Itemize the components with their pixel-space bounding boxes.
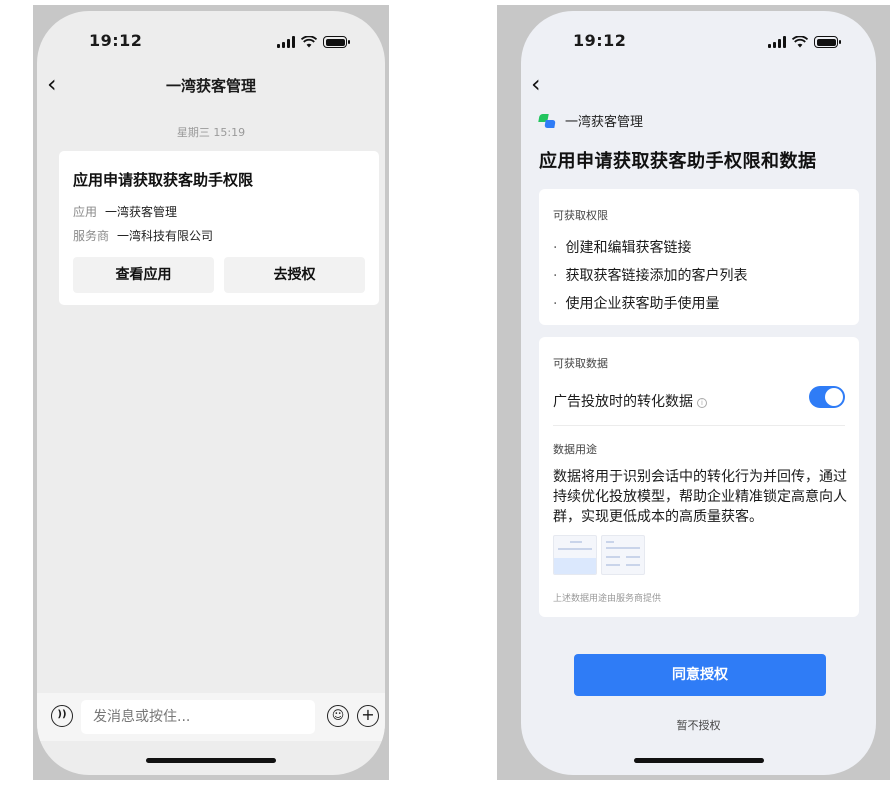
authorization-message-card: 应用申请获取获客助手权限 应用 一湾获客管理 服务商 一湾科技有限公司 查看应用 去… <box>59 151 379 305</box>
data-heading: 可获取数据 <box>553 357 608 370</box>
page-title: 一湾获客管理 <box>165 77 256 95</box>
status-icons <box>277 36 350 48</box>
app-label: 应用 <box>73 205 98 219</box>
app-identity: 一湾获客管理 <box>538 111 644 130</box>
canvas: 19:12 ‹ 一湾获客管理 星期三 15:19 应用申请获取获客助手权限 应用… <box>0 0 890 799</box>
chat-screen: 19:12 ‹ 一湾获客管理 星期三 15:19 应用申请获取获客助手权限 应用… <box>37 11 385 775</box>
plus-icon[interactable]: + <box>357 705 379 727</box>
usage-description: 数据将用于识别会话中的转化行为并回传，通过持续优化投放模型，帮助企业精准锁定高意… <box>553 469 847 525</box>
data-toggle[interactable] <box>809 386 845 408</box>
usage-heading: 数据用途 <box>553 443 597 456</box>
status-bar: 19:12 <box>521 31 876 55</box>
app-row: 应用 一湾获客管理 <box>73 203 177 220</box>
signal-icon <box>277 36 295 48</box>
input-bar: )) 发消息或按住... ☺ + <box>37 693 385 741</box>
permissions-heading: 可获取权限 <box>553 209 608 222</box>
message-input[interactable]: 发消息或按住... <box>81 700 315 734</box>
page-title: 应用申请获取获客助手权限和数据 <box>539 151 817 172</box>
data-item-row: 广告投放时的转化数据 i <box>553 391 707 411</box>
battery-icon <box>323 36 350 48</box>
phone-authorization: 19:12 ‹ 一湾获客管理 应用申请获取获客助手权限和数据 可获取权限 创建和… <box>497 5 890 780</box>
status-bar: 19:12 <box>37 31 385 55</box>
wifi-icon <box>301 36 317 48</box>
battery-icon <box>814 36 841 48</box>
authorization-screen: 19:12 ‹ 一湾获客管理 应用申请获取获客助手权限和数据 可获取权限 创建和… <box>521 11 876 775</box>
app-value: 一湾获客管理 <box>105 205 178 219</box>
authorize-button[interactable]: 去授权 <box>224 257 365 293</box>
home-indicator <box>633 758 764 763</box>
data-item-label: 广告投放时的转化数据 <box>553 394 693 410</box>
data-card: 可获取数据 广告投放时的转化数据 i 数据用途 数据将用于识别会话中的转化行为并回… <box>539 337 859 617</box>
divider <box>553 425 845 426</box>
provider-value: 一湾科技有限公司 <box>117 229 214 243</box>
app-logo-icon <box>538 113 556 129</box>
wifi-icon <box>792 36 808 48</box>
usage-thumbnails <box>553 535 645 575</box>
home-indicator <box>146 758 276 763</box>
provider-row: 服务商 一湾科技有限公司 <box>73 227 213 244</box>
permissions-card: 可获取权限 创建和编辑获客链接 获取获客链接添加的客户列表 使用企业获客助手使用… <box>539 189 859 325</box>
permission-item: 使用企业获客助手使用量 <box>553 293 719 313</box>
permission-item: 获取获客链接添加的客户列表 <box>553 265 747 285</box>
permission-item: 创建和编辑获客链接 <box>553 237 691 257</box>
nav-bar: ‹ <box>521 71 876 101</box>
signal-icon <box>768 36 786 48</box>
message-timestamp: 星期三 15:19 <box>176 126 246 139</box>
nav-bar: ‹ 一湾获客管理 <box>37 71 385 101</box>
voice-icon[interactable]: )) <box>51 705 73 727</box>
agree-button[interactable]: 同意授权 <box>574 654 826 696</box>
emoji-icon[interactable]: ☺ <box>327 705 349 727</box>
provider-label: 服务商 <box>73 229 110 243</box>
view-app-button[interactable]: 查看应用 <box>73 257 214 293</box>
message-title: 应用申请获取获客助手权限 <box>73 171 254 189</box>
status-icons <box>768 36 841 48</box>
info-icon[interactable]: i <box>697 398 707 408</box>
provider-note: 上述数据用途由服务商提供 <box>553 594 662 604</box>
app-name: 一湾获客管理 <box>565 115 644 130</box>
status-time: 19:12 <box>573 31 627 50</box>
thumbnail-image[interactable] <box>553 535 597 575</box>
back-icon[interactable]: ‹ <box>531 71 541 97</box>
status-time: 19:12 <box>89 31 143 50</box>
decline-link[interactable]: 暂不授权 <box>521 717 876 733</box>
thumbnail-image[interactable] <box>601 535 645 575</box>
toggle-knob <box>825 388 843 406</box>
phone-chat: 19:12 ‹ 一湾获客管理 星期三 15:19 应用申请获取获客助手权限 应用… <box>33 5 389 780</box>
